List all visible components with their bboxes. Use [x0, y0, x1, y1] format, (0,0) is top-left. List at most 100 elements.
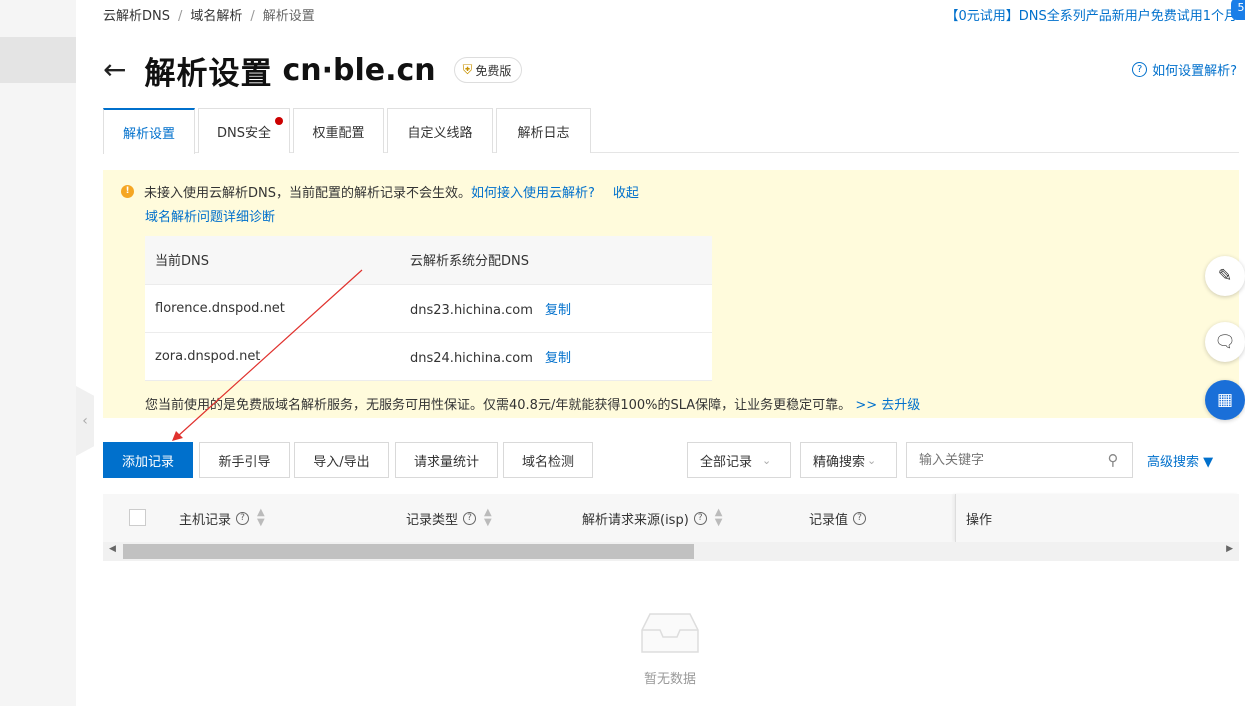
- promo-text[interactable]: 【0元试用】DNS全系列产品新用户免费试用1个月: [945, 9, 1237, 24]
- tab-label: 自定义线路: [407, 125, 473, 141]
- tab-label: 解析设置: [122, 126, 175, 142]
- scroll-right-icon[interactable]: ▶: [1226, 544, 1233, 554]
- chat-button[interactable]: 🗨: [1205, 322, 1245, 362]
- sort-icon[interactable]: ▲ ▼: [257, 508, 265, 528]
- chevron-left-icon: ‹: [82, 413, 88, 429]
- col-host-record: 主机记录? ▲ ▼: [179, 494, 265, 542]
- help-icon[interactable]: ?: [853, 511, 867, 525]
- help-icon[interactable]: ?: [463, 511, 477, 525]
- apps-icon: ▦: [1216, 390, 1234, 410]
- search-icon[interactable]: ⚲: [1094, 451, 1132, 469]
- feedback-edit-button[interactable]: ✎: [1205, 256, 1245, 296]
- tab-dns-security[interactable]: DNS安全: [198, 108, 290, 153]
- domain-name: cn·ble.cn: [282, 52, 436, 88]
- chat-icon: 🗨: [1214, 332, 1236, 352]
- promo-link[interactable]: 【0元试用】DNS全系列产品新用户免费试用1个月: [945, 5, 1237, 24]
- assigned-dns-cell: dns23.hichina.com 复制: [400, 284, 712, 333]
- upgrade-text: 您当前使用的是免费版域名解析服务，无服务可用性保证。仅需40.8元/年就能获得1…: [145, 398, 852, 413]
- assigned-dns-value: dns24.hichina.com: [410, 350, 533, 366]
- import-export-button[interactable]: 导入/导出: [294, 442, 389, 478]
- select-all-checkbox[interactable]: [129, 509, 146, 526]
- tab-custom-line[interactable]: 自定义线路: [387, 108, 493, 153]
- howto-link[interactable]: 如何接入使用云解析?: [471, 182, 595, 201]
- breadcrumb: 云解析DNS / 域名解析 / 解析设置: [103, 5, 315, 24]
- collapse-link[interactable]: 收起: [613, 182, 639, 201]
- advanced-search-link[interactable]: 高级搜索 ▼: [1147, 451, 1213, 470]
- record-filter-value: 全部记录: [700, 454, 753, 470]
- search-mode-select[interactable]: 精确搜索 ⌄: [800, 442, 897, 478]
- sort-icon[interactable]: ▲ ▼: [715, 508, 723, 528]
- tab-weight-config[interactable]: 权重配置: [293, 108, 384, 153]
- back-arrow-icon[interactable]: ←: [103, 56, 126, 84]
- empty-state: 暂无数据: [623, 610, 717, 687]
- breadcrumb-separator: /: [178, 9, 183, 24]
- apps-button[interactable]: ▦: [1205, 380, 1245, 420]
- col-value-label: 记录值: [809, 512, 849, 528]
- table-row: florence.dnspod.net dns23.hichina.com 复制: [145, 284, 712, 333]
- scroll-left-icon[interactable]: ◀: [109, 544, 116, 554]
- diagnose-link[interactable]: 域名解析问题详细诊断: [145, 206, 275, 225]
- table-header-row: 当前DNS 云解析系统分配DNS: [145, 236, 712, 285]
- assigned-dns-value: dns23.hichina.com: [410, 302, 533, 318]
- tab-label: DNS安全: [217, 125, 271, 141]
- search-box: ⚲: [906, 442, 1133, 478]
- main-content: 云解析DNS / 域名解析 / 解析设置 【0元试用】DNS全系列产品新用户免费试用1个…: [103, 0, 1245, 706]
- shield-icon: ⛨: [462, 62, 473, 78]
- col-record-type: 记录类型? ▲ ▼: [406, 494, 492, 542]
- current-dns-value: florence.dnspod.net: [145, 284, 400, 333]
- col-type-label: 记录类型: [406, 512, 459, 528]
- record-toolbar: 添加记录 新手引导 导入/导出 请求量统计 域名检测 全部记录 ⌄ 精确搜索 ⌄…: [103, 442, 1239, 478]
- dns-server-table: 当前DNS 云解析系统分配DNS florence.dnspod.net dns…: [145, 236, 712, 381]
- tab-label: 解析日志: [517, 125, 570, 141]
- left-sidebar: [0, 0, 76, 706]
- request-stats-button[interactable]: 请求量统计: [395, 442, 498, 478]
- col-isp-label: 解析请求来源(isp): [582, 512, 689, 528]
- horizontal-scrollbar[interactable]: ◀ ▶: [103, 542, 1239, 561]
- search-input[interactable]: [907, 445, 1094, 475]
- help-link[interactable]: ? 如何设置解析?: [1132, 60, 1237, 79]
- breadcrumb-item-domain[interactable]: 域名解析: [190, 9, 242, 24]
- current-dns-value: zora.dnspod.net: [145, 332, 400, 381]
- breadcrumb-item-dns[interactable]: 云解析DNS: [103, 9, 170, 24]
- help-link-label[interactable]: 如何设置解析?: [1152, 60, 1237, 79]
- title-row: ← 解析设置 cn·ble.cn ⛨ 免费版: [103, 50, 523, 92]
- upgrade-message: 您当前使用的是免费版域名解析服务，无服务可用性保证。仅需40.8元/年就能获得1…: [145, 394, 920, 413]
- col-record-value: 记录值?: [809, 494, 867, 542]
- page-title: 解析设置: [144, 55, 273, 92]
- col-action: 操作: [955, 494, 1239, 542]
- sidebar-selected-item[interactable]: [0, 37, 76, 83]
- records-table-header: 主机记录? ▲ ▼ 记录类型? ▲ ▼ 解析请求来源(isp)? ▲ ▼ 记录值? 操作: [103, 494, 1239, 542]
- notice-text: 未接入使用云解析DNS，当前配置的解析记录不会生效。: [144, 186, 471, 201]
- warning-icon: !: [121, 185, 134, 198]
- col-action-label: 操作: [966, 512, 993, 528]
- col-host-label: 主机记录: [179, 512, 232, 528]
- scrollbar-thumb[interactable]: [123, 544, 694, 559]
- guide-button[interactable]: 新手引导: [199, 442, 290, 478]
- edit-icon: ✎: [1217, 266, 1233, 286]
- record-filter-select[interactable]: 全部记录 ⌄: [687, 442, 791, 478]
- col-current-dns: 当前DNS: [145, 236, 400, 285]
- help-icon[interactable]: ?: [236, 511, 250, 525]
- copy-link[interactable]: 复制: [545, 351, 571, 366]
- sort-icon[interactable]: ▲ ▼: [484, 508, 492, 528]
- search-mode-value: 精确搜索: [813, 454, 866, 470]
- domain-check-button[interactable]: 域名检测: [503, 442, 593, 478]
- empty-inbox-icon: [641, 613, 699, 653]
- add-record-button[interactable]: 添加记录: [103, 442, 193, 478]
- notice-panel: ! 未接入使用云解析DNS，当前配置的解析记录不会生效。 如何接入使用云解析? …: [103, 170, 1239, 418]
- edition-badge-label: 免费版: [475, 63, 512, 78]
- tab-resolve-log[interactable]: 解析日志: [496, 108, 591, 153]
- col-request-source: 解析请求来源(isp)? ▲ ▼: [582, 494, 722, 542]
- promo-badge[interactable]: 5: [1231, 0, 1245, 20]
- tab-resolve-settings[interactable]: 解析设置: [103, 108, 195, 154]
- notice-message: ! 未接入使用云解析DNS，当前配置的解析记录不会生效。 如何接入使用云解析? …: [121, 182, 639, 201]
- assigned-dns-cell: dns24.hichina.com 复制: [400, 332, 712, 381]
- upgrade-link[interactable]: >> 去升级: [855, 398, 920, 413]
- notification-dot: [275, 117, 283, 125]
- chevron-down-icon: ⌄: [762, 453, 772, 467]
- table-row: zora.dnspod.net dns24.hichina.com 复制: [145, 332, 712, 381]
- help-icon[interactable]: ?: [693, 511, 707, 525]
- sidebar-collapse-handle[interactable]: ‹: [76, 386, 94, 456]
- empty-label: 暂无数据: [643, 672, 696, 687]
- copy-link[interactable]: 复制: [545, 303, 571, 318]
